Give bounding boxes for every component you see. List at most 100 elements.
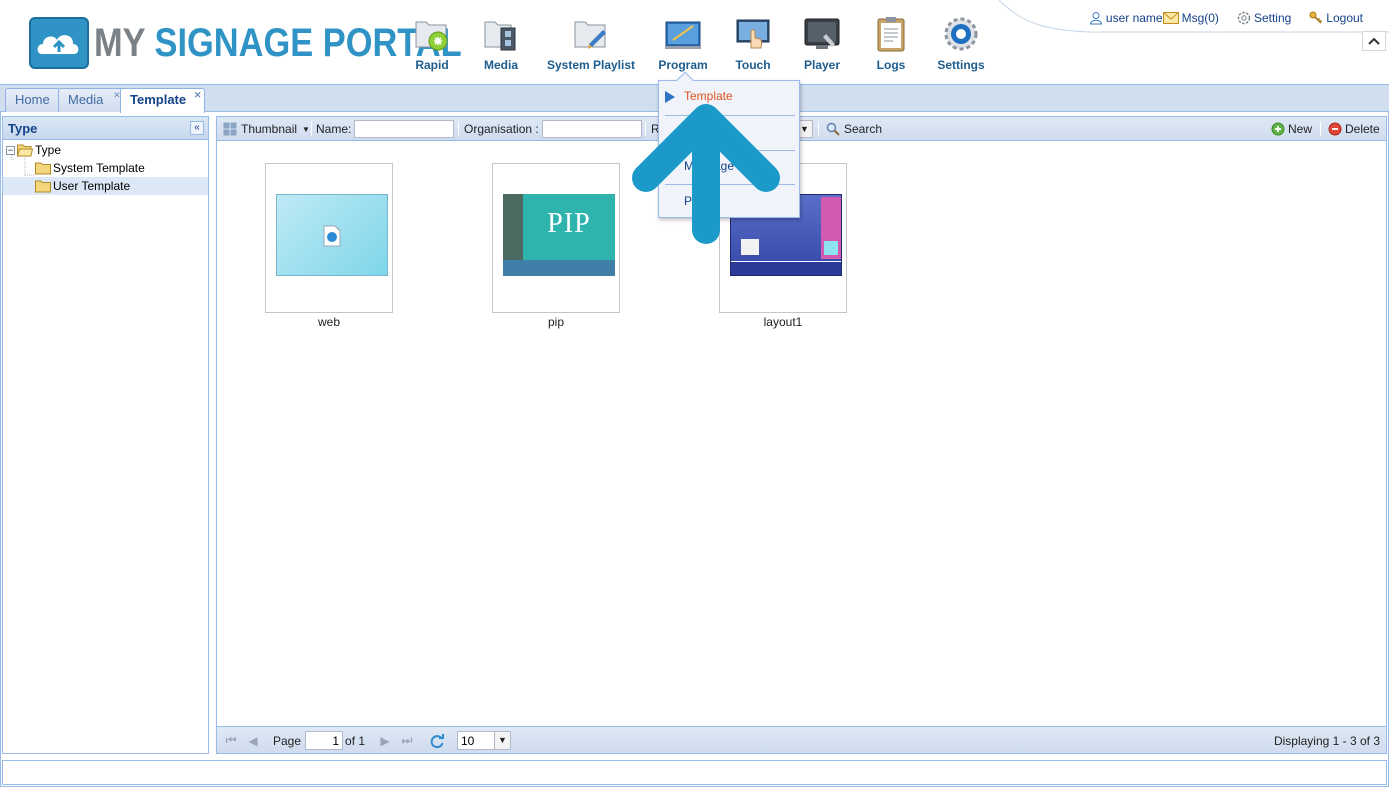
nav-rapid-label: Rapid [415,58,449,72]
menu-item-manage[interactable]: Mage [684,159,734,177]
playlist-folder-icon [574,21,606,49]
add-icon [1271,122,1285,136]
tree-node-user-template[interactable]: User Template [3,177,208,195]
layout1-side-tile [824,241,838,255]
template-caption-layout1: layout1 [763,315,803,329]
key-icon [1309,11,1323,24]
nav-rapid[interactable]: Rapid [412,14,452,76]
tree-node-type[interactable]: − Type [6,141,61,159]
tree-node-user-template-label: User Template [53,179,131,193]
nav-program[interactable]: Program [657,14,709,76]
delete-button[interactable]: Delete [1328,117,1380,141]
nav-settings-label: Settings [937,58,985,72]
touch-hand-icon [736,19,770,49]
status-bar [2,760,1387,785]
page-input[interactable] [305,731,344,750]
tree-node-system-template[interactable]: System Template [35,159,145,177]
nav-media[interactable]: Media [481,14,521,76]
tab-home-label: Home [15,92,50,107]
menu-item-template[interactable]: Template [684,89,733,107]
page-indicator: Page of 1 [273,727,365,754]
view-mode-label: Thumbnail [241,122,298,136]
nav-media-label: Media [483,58,518,72]
collapse-header-button[interactable] [1362,31,1386,51]
tab-home[interactable]: Home [5,88,60,112]
user-icon [1089,12,1102,25]
search-button[interactable]: Search [826,117,882,141]
nav-system-playlist-label: System Playlist [546,58,636,72]
settings-gear-icon [944,17,978,51]
template-preview-pip: PIP [503,194,615,276]
refresh-button[interactable] [429,727,445,754]
logout-link[interactable]: Logout [1309,11,1363,25]
messages-text: Msg(0) [1181,11,1219,25]
template-caption-pip: pip [547,315,564,329]
media-film-icon [484,21,516,51]
envelope-icon [1162,12,1179,24]
page-size-input[interactable] [457,731,495,750]
prev-page-icon[interactable]: ◀ [245,733,261,749]
collapse-left-icon[interactable]: « [190,121,204,135]
refresh-icon [430,733,444,748]
folder-icon [35,180,51,192]
search-icon [826,122,840,136]
delete-label: Delete [1345,122,1380,136]
page-size-select[interactable]: ▼ [457,727,511,754]
chevron-up-icon [1368,37,1380,45]
template-panel: Thumbnail ▼ Name: Organisation : R ▼ Sea… [216,116,1387,754]
search-label: Search [844,122,883,136]
menu-item-publish-start: P [684,194,693,208]
toolbar-separator [645,122,646,136]
nav-touch[interactable]: Touch [733,14,773,76]
tab-template[interactable]: Template ✕ [120,88,206,113]
next-page-icon[interactable]: ▶ [377,733,393,749]
user-name-text: user name [1105,11,1163,25]
toolbar-separator [458,122,459,136]
tab-media[interactable]: Media ✕ [58,88,125,112]
type-panel: Type « − Type System Template User Templ… [2,116,209,754]
toolbar-separator [311,122,312,136]
type-panel-header: Type « [3,117,208,140]
program-dropdown-menu: Template Mage Ph [658,71,800,218]
name-input[interactable] [354,120,455,138]
menu-item-manage-start: M [684,159,694,173]
template-card-pip[interactable]: PIP [492,163,620,313]
pip-side-panel [503,194,523,260]
template-card-web[interactable] [265,163,393,313]
toolbar-separator [1320,122,1321,136]
nav-settings[interactable]: Settings [936,14,986,76]
display-info: Displaying 1 - 3 of 3 [1273,733,1380,748]
tab-template-label: Template [130,92,187,107]
nav-system-playlist[interactable]: System Playlist [546,14,636,76]
tree-node-type-label: Type [35,143,62,157]
setting-link[interactable]: Setting [1237,11,1291,25]
view-mode-button[interactable]: Thumbnail ▼ [223,117,310,141]
organisation-input[interactable] [541,120,642,138]
first-page-icon[interactable]: ⏮ [223,733,239,749]
logo: MY SIGNAGE PORTAL [28,16,462,70]
tree-collapse-icon[interactable]: − [6,145,15,155]
name-filter: Name: [316,117,455,141]
pager-nav-right: ▶ ⏭ [377,727,415,754]
last-page-icon[interactable]: ⏭ [399,733,415,749]
page-size-caret-icon: ▼ [495,731,511,750]
logo-wordmark: MY SIGNAGE PORTAL [94,20,462,66]
page-total: of 1 [345,733,366,748]
header: MY SIGNAGE PORTAL Rapid Media System Pla… [0,0,1389,84]
folder-icon [35,162,51,174]
pager-nav-left: ⏮ ◀ [223,727,261,754]
logout-text: Logout [1326,11,1363,25]
pip-overlay-text: PIP [547,208,591,239]
layout1-bottom-bar [731,261,841,275]
messages-link[interactable]: Msg(0) [1162,11,1219,25]
user-name-link[interactable]: user name [1089,11,1163,25]
close-tab-template-icon[interactable]: ✕ [193,91,202,100]
menu-item-manage-end: age [714,159,735,173]
template-caption-web: web [317,315,340,329]
new-button[interactable]: New [1271,117,1312,141]
nav-player[interactable]: Player [802,14,842,76]
page-label: Page [273,733,302,748]
organisation-filter: Organisation : [464,117,642,141]
menu-item-publish[interactable]: Ph [684,194,709,212]
nav-logs[interactable]: Logs [871,14,911,76]
